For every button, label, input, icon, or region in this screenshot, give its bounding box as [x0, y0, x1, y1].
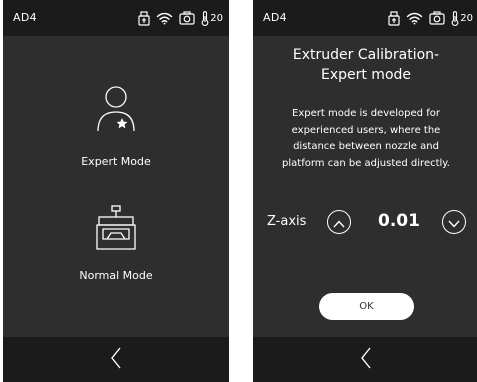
chevron-left-icon — [110, 347, 122, 373]
temperature-indicator: 20 — [451, 10, 473, 26]
user-star-icon — [92, 86, 140, 138]
status-bar: AD4 20 — [3, 0, 229, 36]
description-line: platform can be adjusted directly. — [282, 157, 450, 169]
camera-icon — [429, 11, 445, 25]
zaxis-label: Z-axis — [267, 214, 307, 229]
normal-mode-option[interactable]: Normal Mode — [3, 205, 229, 283]
status-bar: AD4 20 — [253, 0, 477, 36]
description-text: Expert mode is developed for experienced… — [267, 106, 465, 172]
zaxis-value: 0.01 — [378, 211, 420, 231]
back-button[interactable] — [101, 345, 131, 375]
wifi-icon — [406, 12, 423, 25]
expert-mode-option[interactable]: Expert Mode — [3, 84, 229, 169]
description-line: experienced users, where the — [291, 124, 441, 136]
printer-model: AD4 — [13, 11, 37, 24]
usb-icon — [388, 10, 400, 26]
zaxis-control: Z-axis 0.01 — [253, 208, 477, 238]
expert-mode-label: Expert Mode — [81, 155, 151, 168]
mode-select-screen: AD4 20 Expert Mode Normal Mode — [3, 0, 229, 382]
camera-icon — [179, 11, 195, 25]
usb-icon — [138, 10, 150, 26]
ok-button[interactable]: OK — [319, 293, 414, 320]
chevron-down-icon — [448, 213, 460, 232]
description-line: distance between nozzle and — [293, 141, 439, 152]
title-line: Extruder Calibration- — [292, 47, 440, 63]
chevron-up-icon — [333, 213, 345, 232]
temperature-value: 20 — [210, 12, 223, 24]
bottom-bar — [253, 337, 477, 382]
thermometer-icon — [451, 10, 459, 26]
zaxis-decrease-button[interactable] — [442, 210, 466, 234]
status-icons: 20 — [138, 7, 223, 29]
back-button[interactable] — [351, 345, 381, 375]
page-title: Extruder Calibration- Expert mode — [253, 45, 477, 85]
normal-mode-label: Normal Mode — [79, 269, 153, 282]
title-line: Expert mode — [320, 67, 412, 83]
temperature-value: 20 — [460, 12, 473, 24]
status-icons: 20 — [388, 7, 473, 29]
extruder-calibration-screen: AD4 20 Extruder Calibration- Expert mode… — [253, 0, 477, 382]
thermometer-icon — [201, 10, 209, 26]
chevron-left-icon — [360, 347, 372, 373]
description-line: Expert mode is developed for — [292, 108, 440, 119]
temperature-indicator: 20 — [201, 10, 223, 26]
printer-icon — [93, 205, 139, 255]
bottom-bar — [3, 337, 229, 382]
zaxis-increase-button[interactable] — [327, 210, 351, 234]
printer-model: AD4 — [263, 11, 287, 24]
wifi-icon — [156, 12, 173, 25]
